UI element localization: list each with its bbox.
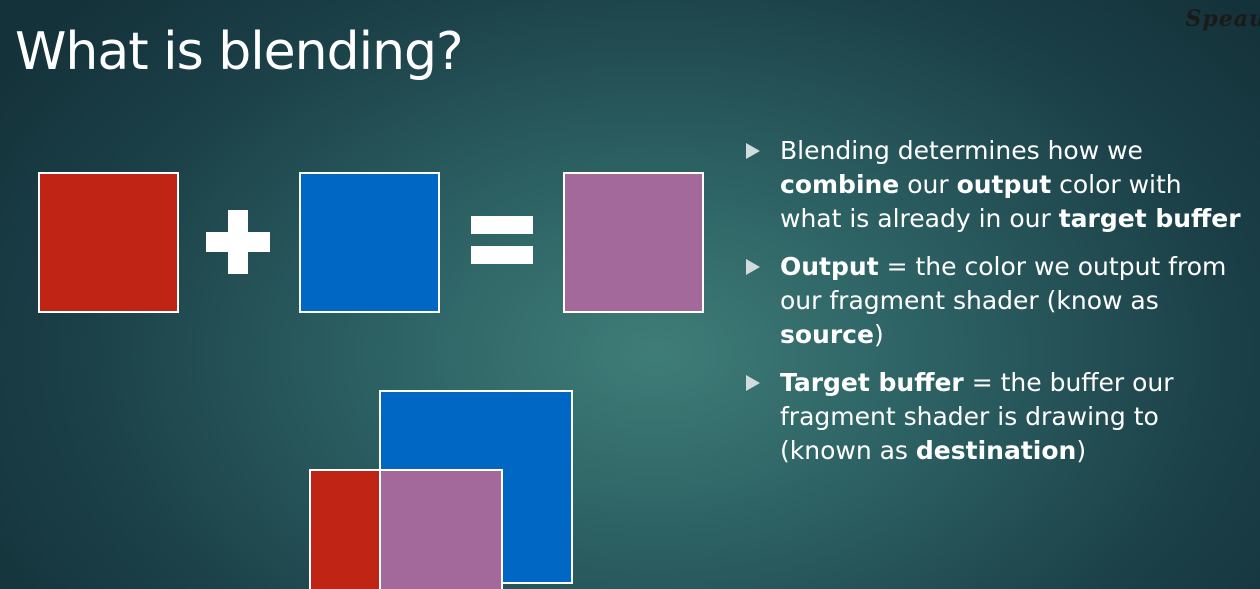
- bullet-text: source: [780, 320, 874, 349]
- bullet-item: Output = the color we output from our fr…: [745, 250, 1260, 352]
- bullet-text: ): [1076, 436, 1087, 465]
- bullet-text: target buffer: [1058, 204, 1241, 233]
- bullet-arrow-icon: [746, 143, 760, 159]
- bullet-list: Blending determines how we combine our o…: [745, 134, 1260, 482]
- bullet-text: ): [873, 320, 884, 349]
- bullet-arrow-icon: [746, 375, 760, 391]
- bullet-arrow-icon: [746, 259, 760, 275]
- bullet-text: output: [956, 170, 1052, 199]
- bullet-text: Blending determines how we: [780, 136, 1143, 165]
- blue-destination-square: [299, 172, 440, 313]
- bullet-text: our: [899, 170, 957, 199]
- bullet-text: destination: [915, 436, 1077, 465]
- red-source-square: [38, 172, 179, 313]
- slide-title: What is blending?: [15, 22, 464, 82]
- blended-result-square: [563, 172, 704, 313]
- bullet-text: what is already in our: [780, 204, 1059, 233]
- overlap-blended-region: [379, 469, 503, 589]
- bullet-text: combine: [780, 170, 900, 199]
- bullet-item: Blending determines how we combine our o…: [745, 134, 1260, 236]
- watermark-logo: Speau: [1185, 6, 1260, 32]
- bullet-text: our fragment shader (know as: [780, 286, 1159, 315]
- bullet-text: Output: [780, 252, 879, 281]
- bullet-text: (known as: [780, 436, 916, 465]
- bullet-text: fragment shader is drawing to: [780, 402, 1159, 431]
- bullet-text: color with: [1051, 170, 1182, 199]
- bullet-text: Target buffer: [780, 368, 964, 397]
- bullet-text: = the buffer our: [963, 368, 1174, 397]
- bullet-item: Target buffer = the buffer our fragment …: [745, 366, 1260, 468]
- bullet-text: = the color we output from: [878, 252, 1227, 281]
